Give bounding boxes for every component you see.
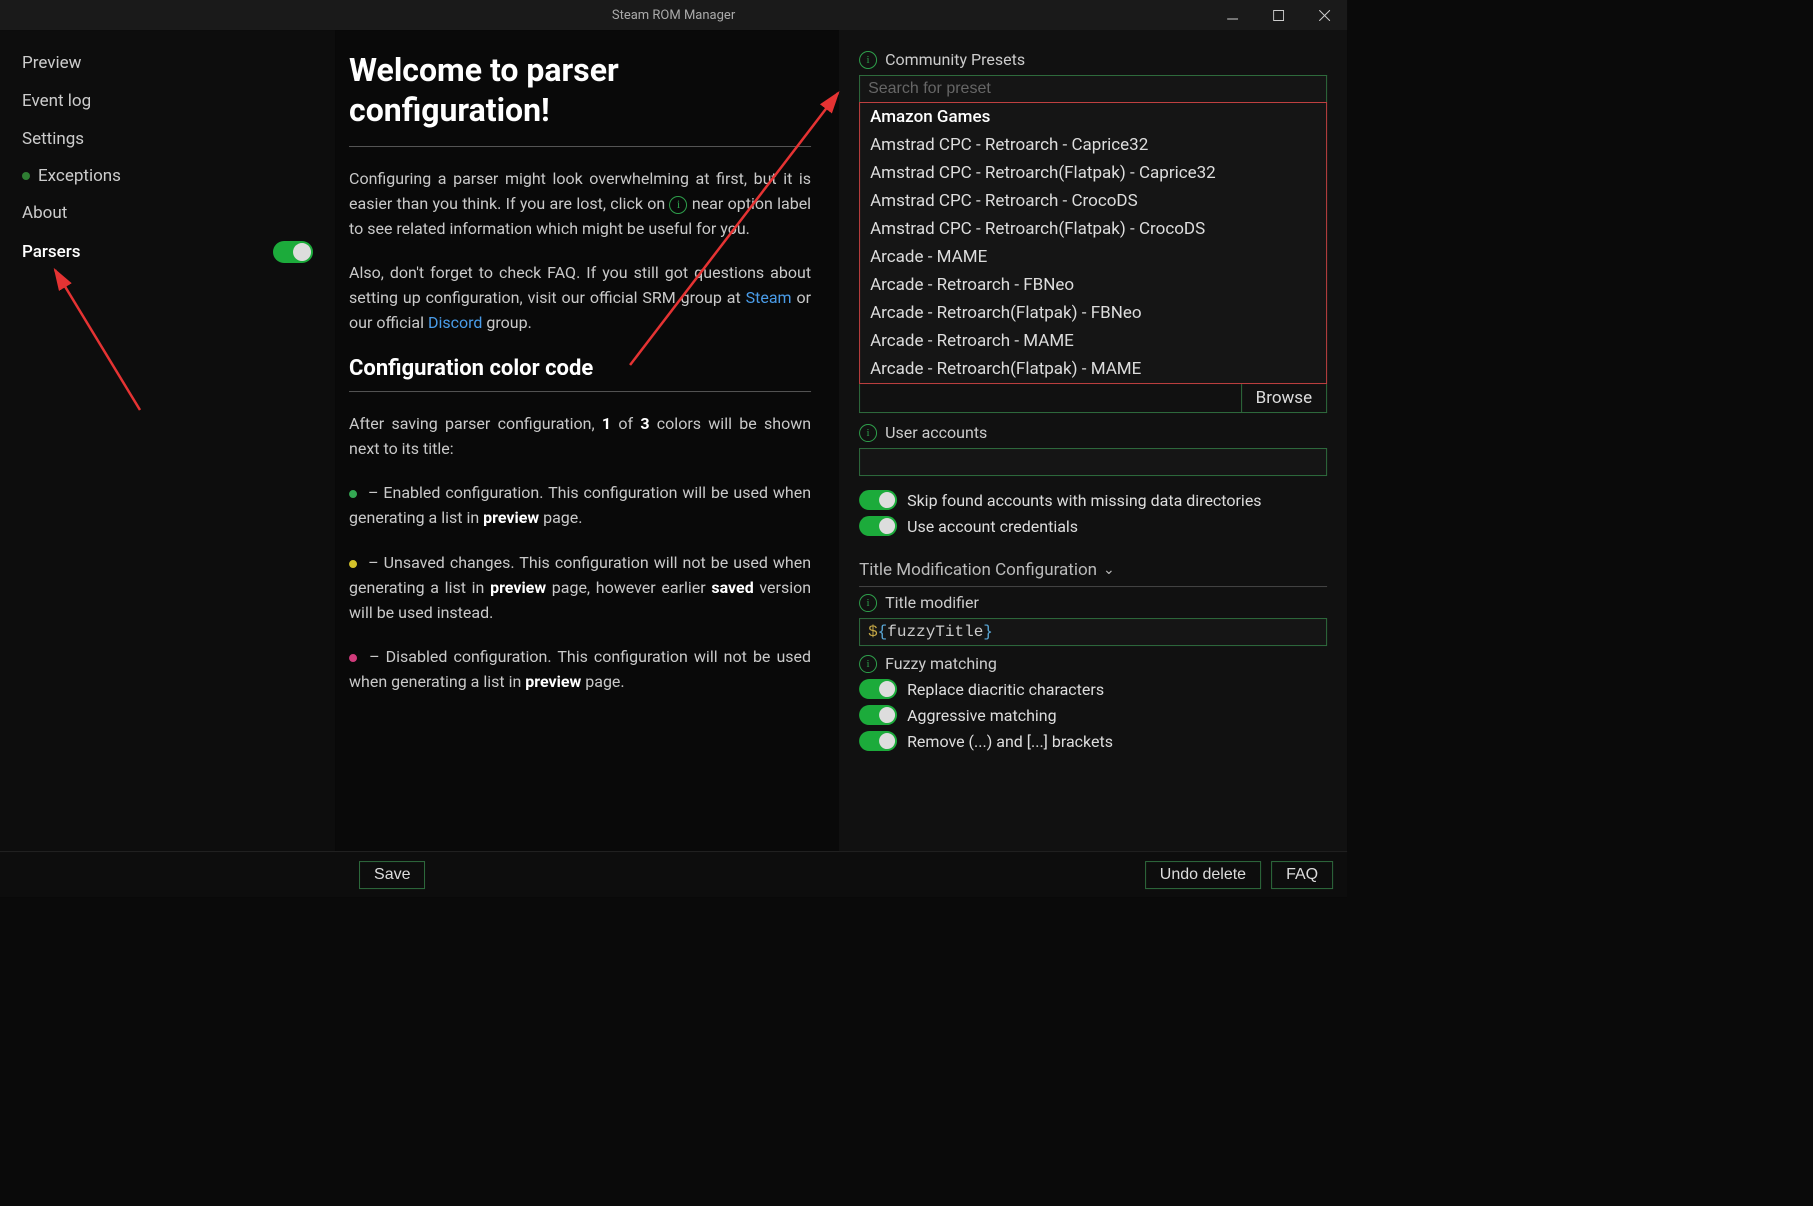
nav-exceptions[interactable]: Exceptions <box>0 158 335 194</box>
aggressive-toggle[interactable] <box>859 705 897 725</box>
title-modifier-input[interactable]: ${fuzzyTitle} <box>859 618 1327 646</box>
color-code-heading: Configuration color code <box>349 356 811 381</box>
pink-dot-icon <box>349 654 357 662</box>
preset-item[interactable]: Amstrad CPC - Retroarch - CrocoDS <box>860 187 1326 215</box>
window-title: Steam ROM Manager <box>612 8 735 23</box>
preset-item[interactable]: Amazon Games <box>860 103 1326 131</box>
use-credentials-toggle[interactable] <box>859 516 897 536</box>
use-credentials-label: Use account credentials <box>907 517 1078 536</box>
save-button[interactable]: Save <box>359 861 425 889</box>
preset-item[interactable]: Amstrad CPC - Retroarch - Caprice32 <box>860 131 1326 159</box>
preset-item[interactable]: Arcade - Retroarch - FBNeo <box>860 271 1326 299</box>
preset-item[interactable]: Arcade - Retroarch - MAME <box>860 327 1326 355</box>
nav-label: Settings <box>22 129 84 149</box>
undo-delete-button[interactable]: Undo delete <box>1145 861 1261 889</box>
aggressive-label: Aggressive matching <box>907 706 1057 725</box>
maximize-button[interactable] <box>1255 0 1301 30</box>
info-icon[interactable]: i <box>859 424 877 442</box>
sidebar: Preview Event log Settings Exceptions Ab… <box>0 30 335 851</box>
community-presets-label: i Community Presets <box>859 50 1327 69</box>
replace-diacritic-toggle[interactable] <box>859 679 897 699</box>
intro-paragraph-2: Also, don't forget to check FAQ. If you … <box>349 261 811 335</box>
info-icon[interactable]: i <box>859 655 877 673</box>
info-icon[interactable]: i <box>859 594 877 612</box>
chevron-down-icon: ⌄ <box>1103 562 1115 578</box>
nav-label: Event log <box>22 91 91 111</box>
preset-item[interactable]: Amstrad CPC - Retroarch(Flatpak) - Capri… <box>860 159 1326 187</box>
preset-item[interactable]: Arcade - Retroarch(Flatpak) - FBNeo <box>860 299 1326 327</box>
nav-label: Exceptions <box>38 166 121 186</box>
preset-list[interactable]: Amazon GamesAmstrad CPC - Retroarch - Ca… <box>859 102 1327 384</box>
green-dot-icon <box>349 490 357 498</box>
skip-accounts-label: Skip found accounts with missing data di… <box>907 491 1261 510</box>
titlebar: Steam ROM Manager <box>0 0 1347 30</box>
content-area: Welcome to parser configuration! Configu… <box>335 30 839 851</box>
discord-link[interactable]: Discord <box>428 313 482 332</box>
nav-parsers[interactable]: Parsers <box>0 232 335 272</box>
faq-button[interactable]: FAQ <box>1271 861 1333 889</box>
bullet-unsaved: – Unsaved changes. This configuration wi… <box>349 551 811 625</box>
preset-item[interactable]: Arcade - Retroarch(Flatpak) - MAME <box>860 355 1326 383</box>
intro-paragraph-1: Configuring a parser might look overwhel… <box>349 167 811 241</box>
skip-accounts-toggle[interactable] <box>859 490 897 510</box>
bullet-disabled: – Disabled configuration. This configura… <box>349 645 811 695</box>
user-accounts-input[interactable] <box>859 448 1327 476</box>
title-mod-section-header[interactable]: Title Modification Configuration ⌄ <box>859 560 1327 587</box>
replace-diacritic-label: Replace diacritic characters <box>907 680 1104 699</box>
user-accounts-label: i User accounts <box>859 423 1327 442</box>
steam-link[interactable]: Steam <box>746 288 792 307</box>
remove-brackets-toggle[interactable] <box>859 731 897 751</box>
footer: Save Undo delete FAQ <box>0 851 1347 897</box>
nav-label: Preview <box>22 53 81 73</box>
yellow-dot-icon <box>349 560 357 568</box>
nav-label: Parsers <box>22 242 81 262</box>
config-panel: i Community Presets Amazon GamesAmstrad … <box>839 30 1347 851</box>
close-button[interactable] <box>1301 0 1347 30</box>
nav-label: About <box>22 203 67 223</box>
remove-brackets-label: Remove (...) and [...] brackets <box>907 732 1113 751</box>
minimize-button[interactable] <box>1209 0 1255 30</box>
bullet-enabled: – Enabled configuration. This configurat… <box>349 481 811 531</box>
info-icon: i <box>670 196 688 214</box>
preset-item[interactable]: Amstrad CPC - Retroarch(Flatpak) - Croco… <box>860 215 1326 243</box>
preset-item[interactable]: Arcade - MAME <box>860 243 1326 271</box>
nav-settings[interactable]: Settings <box>0 120 335 158</box>
parsers-toggle[interactable] <box>273 241 313 263</box>
info-icon[interactable]: i <box>859 51 877 69</box>
nav-event-log[interactable]: Event log <box>0 82 335 120</box>
nav-about[interactable]: About <box>0 194 335 232</box>
page-title: Welcome to parser configuration! <box>349 50 811 130</box>
color-code-intro: After saving parser configuration, 1 of … <box>349 412 811 462</box>
nav-preview[interactable]: Preview <box>0 44 335 82</box>
fuzzy-matching-label: i Fuzzy matching <box>859 654 1327 673</box>
preset-search-input[interactable] <box>859 75 1327 102</box>
title-modifier-label: i Title modifier <box>859 593 1327 612</box>
browse-button[interactable]: Browse <box>1241 384 1326 412</box>
